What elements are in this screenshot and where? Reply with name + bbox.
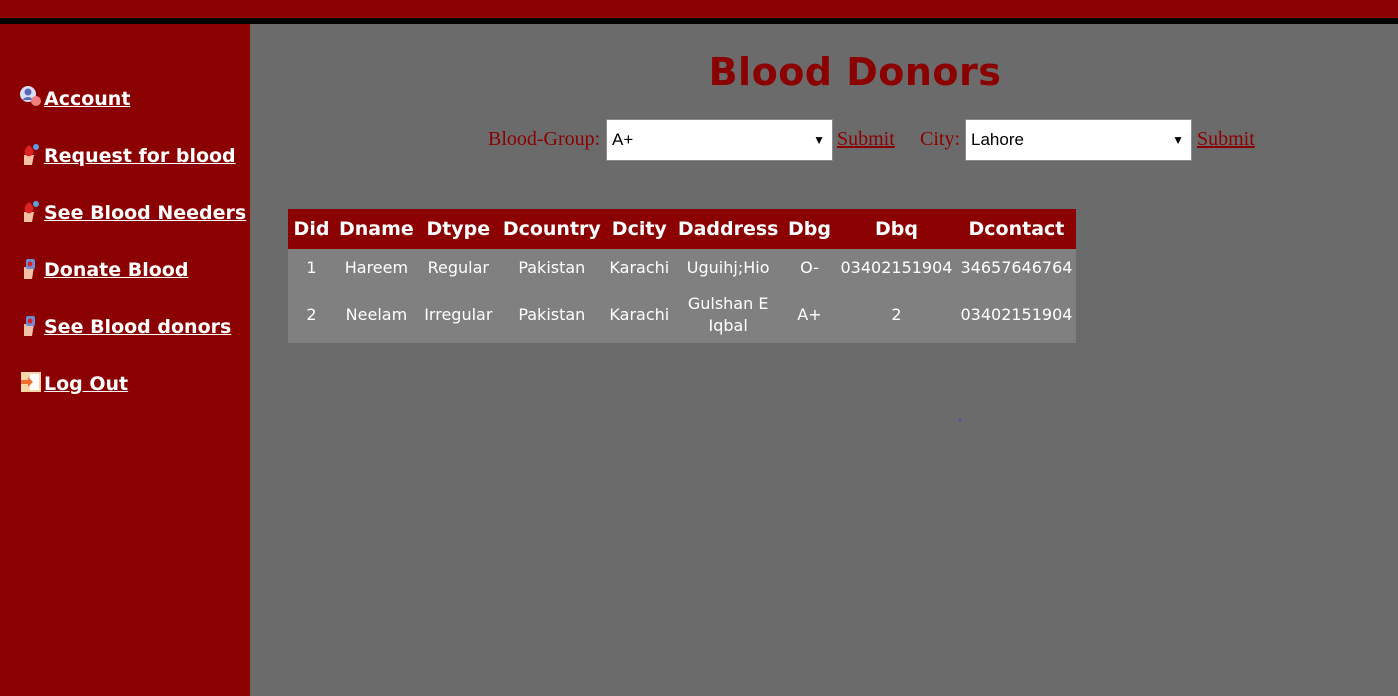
dropdown-arrow-icon: ▼ — [813, 133, 825, 147]
table-cell: Neelam — [335, 287, 418, 343]
blood-group-select[interactable]: A+ ▼ — [606, 119, 833, 161]
table-cell: 03402151904 — [836, 249, 957, 287]
logout-icon — [18, 369, 42, 395]
table-cell: 03402151904 — [956, 287, 1077, 343]
dropdown-arrow-icon: ▼ — [1172, 133, 1184, 147]
donate-hand-icon — [18, 255, 42, 281]
city-submit-link[interactable]: Submit — [1197, 128, 1255, 151]
table-cell: 2 — [288, 287, 335, 343]
blood-group-label: Blood-Group: — [488, 128, 601, 150]
table-cell: 1 — [288, 249, 335, 287]
donate-hand-icon — [18, 312, 42, 338]
sidebar-item-label: Donate Blood — [44, 259, 189, 281]
blood-hand-icon — [18, 198, 42, 224]
table-cell: 2 — [836, 287, 957, 343]
column-header: Dname — [335, 209, 418, 249]
table-cell: Hareem — [335, 249, 418, 287]
table-cell: Irregular — [417, 287, 499, 343]
column-header: Dcountry — [498, 209, 605, 249]
sidebar-item-label: See Blood Needers — [44, 202, 247, 224]
sidebar-item-account[interactable]: Account — [18, 84, 130, 110]
column-header: Dcity — [604, 209, 674, 249]
sidebar-item-label: Log Out — [44, 373, 129, 395]
sidebar-item-label: Account — [44, 88, 131, 110]
column-header: Did — [288, 209, 335, 249]
column-header: Dbq — [836, 209, 957, 249]
top-banner — [0, 0, 1398, 18]
sidebar: Account Request for blood See Blood Need… — [0, 24, 250, 696]
sidebar-item-label: Request for blood — [44, 145, 236, 167]
blood-group-submit-link[interactable]: Submit — [837, 128, 895, 151]
sidebar-item-see-blood-needers[interactable]: See Blood Needers — [18, 198, 246, 224]
user-icon — [18, 84, 42, 110]
table-cell: Regular — [417, 249, 499, 287]
page-title: Blood Donors — [708, 50, 1002, 94]
table-cell: A+ — [782, 287, 837, 343]
city-selected-value: Lahore — [971, 130, 1024, 149]
blood-group-selected-value: A+ — [612, 130, 634, 149]
sidebar-item-see-blood-donors[interactable]: See Blood donors — [18, 312, 231, 338]
column-header: Dtype — [417, 209, 499, 249]
blood-hand-icon — [18, 141, 42, 167]
table-row: 1 Hareem Regular Pakistan Karachi Uguihj… — [288, 249, 1077, 287]
stray-dot — [959, 419, 961, 420]
table-cell: Pakistan — [498, 249, 605, 287]
sidebar-item-request-blood[interactable]: Request for blood — [18, 141, 236, 167]
sidebar-item-label: See Blood donors — [44, 316, 232, 338]
table-header-row: Did Dname Dtype Dcountry Dcity Daddress … — [288, 209, 1077, 249]
column-header: Daddress — [673, 209, 783, 249]
table-cell: Uguihj;Hio — [673, 249, 783, 287]
table-cell: Gulshan E Iqbal — [673, 287, 783, 343]
column-header: Dcontact — [956, 209, 1077, 249]
city-select[interactable]: Lahore ▼ — [965, 119, 1192, 161]
table-cell: Karachi — [604, 249, 674, 287]
table-row: 2 Neelam Irregular Pakistan Karachi Guls… — [288, 287, 1077, 343]
city-label: City: — [920, 128, 961, 150]
sidebar-item-logout[interactable]: Log Out — [18, 369, 128, 395]
sidebar-item-donate-blood[interactable]: Donate Blood — [18, 255, 188, 281]
table-cell: Karachi — [604, 287, 674, 343]
column-header: Dbg — [782, 209, 837, 249]
main-content: Blood Donors Blood-Group: A+ ▼ Submit Ci… — [250, 24, 1398, 696]
donors-table: Did Dname Dtype Dcountry Dcity Daddress … — [288, 209, 1077, 343]
table-cell: 34657646764 — [956, 249, 1077, 287]
table-cell: O- — [782, 249, 837, 287]
table-cell: Pakistan — [498, 287, 605, 343]
